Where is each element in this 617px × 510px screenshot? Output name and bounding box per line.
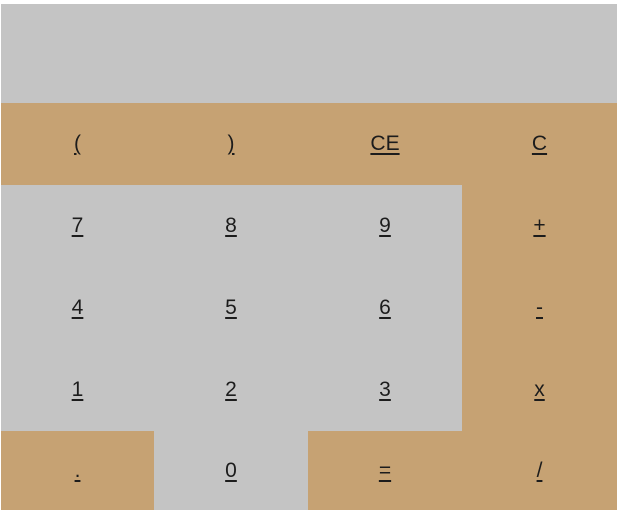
multiply-button[interactable]: x [462, 349, 617, 431]
digit-7-button[interactable]: 7 [1, 185, 154, 267]
open-paren-button[interactable]: ( [1, 103, 154, 185]
decimal-button[interactable]: . [1, 431, 154, 510]
calculator-keypad: ( ) CE C 7 8 9 + 4 5 6 - 1 2 3 x . 0 = / [1, 103, 617, 510]
clear-entry-button[interactable]: CE [308, 103, 462, 185]
digit-9-button[interactable]: 9 [308, 185, 462, 267]
minus-button[interactable]: - [462, 267, 617, 349]
digit-6-button[interactable]: 6 [308, 267, 462, 349]
digit-3-button[interactable]: 3 [308, 349, 462, 431]
clear-button[interactable]: C [462, 103, 617, 185]
digit-0-button[interactable]: 0 [154, 431, 308, 510]
calculator: ( ) CE C 7 8 9 + 4 5 6 - 1 2 3 x . 0 = / [0, 0, 617, 510]
divide-button[interactable]: / [462, 431, 617, 510]
digit-8-button[interactable]: 8 [154, 185, 308, 267]
plus-button[interactable]: + [462, 185, 617, 267]
calculator-display [1, 4, 617, 103]
digit-4-button[interactable]: 4 [1, 267, 154, 349]
digit-5-button[interactable]: 5 [154, 267, 308, 349]
digit-2-button[interactable]: 2 [154, 349, 308, 431]
digit-1-button[interactable]: 1 [1, 349, 154, 431]
equals-button[interactable]: = [308, 431, 462, 510]
close-paren-button[interactable]: ) [154, 103, 308, 185]
